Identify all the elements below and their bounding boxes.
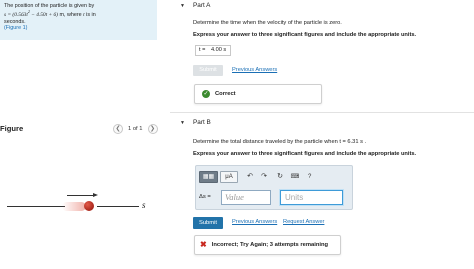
reset-icon[interactable]: ↻ [275, 171, 285, 183]
figure-link[interactable]: (Figure 1) [4, 25, 153, 31]
redo-icon[interactable]: ↷ [259, 171, 269, 183]
part-a-title[interactable]: Part A [193, 2, 210, 9]
pager-count: 1 of 1 [128, 126, 143, 132]
chevron-left-icon[interactable]: ❮ [113, 124, 123, 134]
problem-line-2: s = (0.563t2 − 4.50t + 6) m, where t is … [4, 9, 96, 19]
part-a-previous-answers-link[interactable]: Previous Answers [232, 67, 277, 73]
motion-trail [62, 202, 86, 211]
part-b-question: Determine the total distance traveled by… [193, 139, 367, 145]
check-icon: ✓ [202, 90, 210, 98]
answer-editor: ▦▦ μA ↶ ↷ ↻ ⌨ ? Δs = Value Units [195, 165, 353, 210]
units-input[interactable]: Units [280, 190, 343, 205]
chevron-right-icon[interactable]: ❯ [147, 124, 158, 134]
part-b-feedback: ✖ Incorrect; Try Again; 3 attempts remai… [194, 235, 341, 255]
feedback-correct-text: Correct [215, 91, 236, 97]
figure-title: Figure [0, 124, 24, 133]
part-b-previous-answers-link[interactable]: Previous Answers [232, 219, 277, 225]
request-answer-link[interactable]: Request Answer [283, 219, 324, 225]
delta-s-label: Δs = [199, 194, 211, 200]
particle-ball [84, 201, 94, 211]
position-equation: s = (0.563t2 − 4.50t + 6) [4, 9, 58, 19]
answer-value: 4.00 s [210, 47, 227, 53]
help-button[interactable]: ? [308, 171, 311, 183]
part-a-question: Determine the time when the velocity of … [193, 20, 342, 26]
mu-a-button[interactable]: μA [220, 171, 238, 183]
part-a-answer-field: t = 4.00 s [195, 45, 231, 56]
close-x-icon: ✖ [200, 240, 207, 249]
part-b-title[interactable]: Part B [193, 119, 211, 126]
part-a-submit-button: Submit [193, 65, 223, 76]
figure-pager: ❮ 1 of 1 ❯ [113, 124, 158, 134]
part-b-submit-button[interactable]: Submit [193, 217, 223, 229]
part-b-instruction: Express your answer to three significant… [193, 151, 417, 157]
problem-statement: The position of the particle is given by… [0, 0, 157, 40]
figure-axis-left [7, 206, 65, 207]
figure-axis-right [97, 206, 139, 207]
axis-label-s: s [142, 200, 146, 210]
templates-icon[interactable]: ▦▦ [199, 171, 218, 183]
caret-down-icon[interactable]: ▼ [180, 3, 185, 9]
value-input[interactable]: Value [221, 190, 271, 205]
feedback-incorrect-text: Incorrect; Try Again; 3 attempts remaini… [211, 242, 329, 248]
undo-icon[interactable]: ↶ [245, 171, 255, 183]
part-a-feedback: ✓ Correct [194, 84, 322, 104]
caret-down-icon[interactable]: ▼ [180, 120, 185, 126]
keyboard-icon[interactable]: ⌨ [290, 171, 300, 183]
arrowhead-icon [93, 193, 98, 197]
part-divider [170, 112, 474, 113]
direction-arrow [67, 195, 95, 196]
answer-variable: t = [199, 47, 206, 53]
part-a-instruction: Express your answer to three significant… [193, 32, 417, 38]
